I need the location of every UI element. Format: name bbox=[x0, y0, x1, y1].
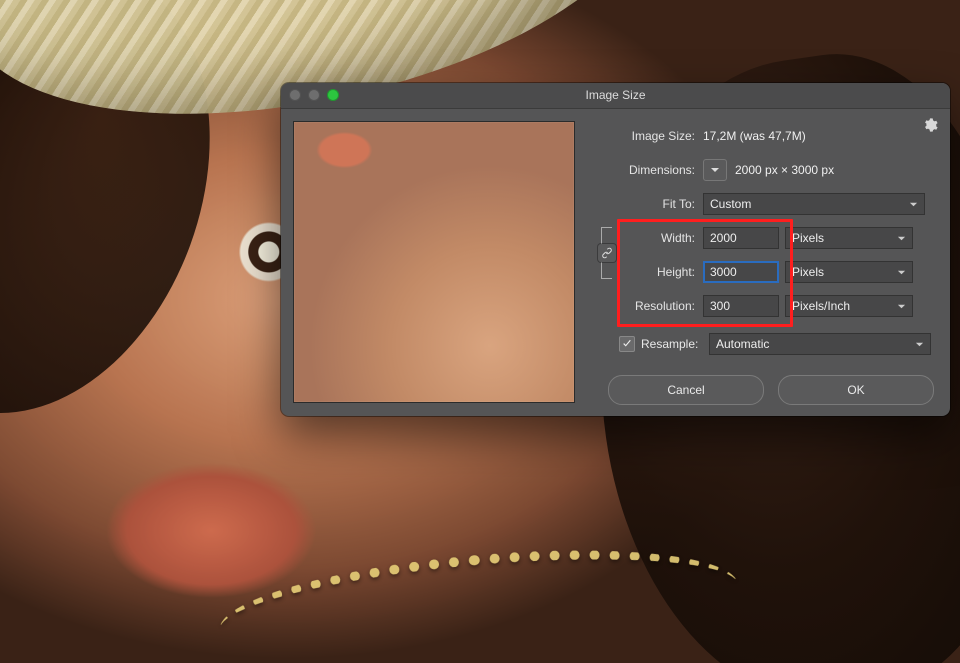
window-zoom-button[interactable] bbox=[327, 89, 339, 101]
image-size-dialog: Image Size Image Size: 17,2M (was 47,7M)… bbox=[281, 83, 950, 416]
width-value: 2000 bbox=[710, 228, 737, 248]
chevron-down-icon bbox=[915, 340, 924, 349]
height-unit-select[interactable]: Pixels bbox=[785, 261, 913, 283]
window-minimize-button[interactable] bbox=[308, 89, 320, 101]
resolution-value: 300 bbox=[710, 296, 730, 316]
height-unit-value: Pixels bbox=[792, 262, 824, 282]
fit-to-label: Fit To: bbox=[595, 197, 703, 211]
height-input[interactable]: 3000 bbox=[703, 261, 779, 283]
chevron-down-icon bbox=[897, 302, 906, 311]
dimensions-value: 2000 px × 3000 px bbox=[735, 163, 834, 177]
fit-to-value: Custom bbox=[710, 194, 751, 214]
window-traffic-lights bbox=[289, 89, 339, 101]
resample-checkbox[interactable] bbox=[619, 336, 635, 352]
resolution-input[interactable]: 300 bbox=[703, 295, 779, 317]
resample-value: Automatic bbox=[716, 334, 769, 354]
dimensions-label: Dimensions: bbox=[595, 163, 703, 177]
resolution-unit-value: Pixels/Inch bbox=[792, 296, 850, 316]
settings-gear-icon[interactable] bbox=[922, 117, 938, 133]
width-unit-select[interactable]: Pixels bbox=[785, 227, 913, 249]
dialog-titlebar[interactable]: Image Size bbox=[281, 83, 950, 109]
width-unit-value: Pixels bbox=[792, 228, 824, 248]
width-input[interactable]: 2000 bbox=[703, 227, 779, 249]
ok-label: OK bbox=[847, 383, 864, 397]
height-label: Height: bbox=[619, 265, 703, 279]
preview-pane bbox=[281, 109, 585, 416]
fit-to-select[interactable]: Custom bbox=[703, 193, 925, 215]
resolution-label: Resolution: bbox=[619, 299, 703, 313]
preview-image[interactable] bbox=[293, 121, 575, 403]
image-size-label: Image Size: bbox=[595, 129, 703, 143]
constrain-proportions-button[interactable] bbox=[598, 244, 616, 262]
dimensions-unit-toggle[interactable] bbox=[703, 159, 727, 181]
resample-label: Resample: bbox=[641, 337, 709, 351]
resolution-unit-select[interactable]: Pixels/Inch bbox=[785, 295, 913, 317]
chevron-down-icon bbox=[897, 234, 906, 243]
cancel-button[interactable]: Cancel bbox=[608, 375, 764, 405]
window-close-button[interactable] bbox=[289, 89, 301, 101]
ok-button[interactable]: OK bbox=[778, 375, 934, 405]
cancel-label: Cancel bbox=[667, 383, 704, 397]
width-label: Width: bbox=[619, 231, 703, 245]
chevron-down-icon bbox=[909, 200, 918, 209]
dialog-title: Image Size bbox=[585, 88, 645, 102]
chevron-down-icon bbox=[897, 268, 906, 277]
resample-select[interactable]: Automatic bbox=[709, 333, 931, 355]
check-icon bbox=[622, 339, 632, 349]
height-value: 3000 bbox=[710, 262, 737, 282]
image-size-value: 17,2M (was 47,7M) bbox=[703, 129, 806, 143]
